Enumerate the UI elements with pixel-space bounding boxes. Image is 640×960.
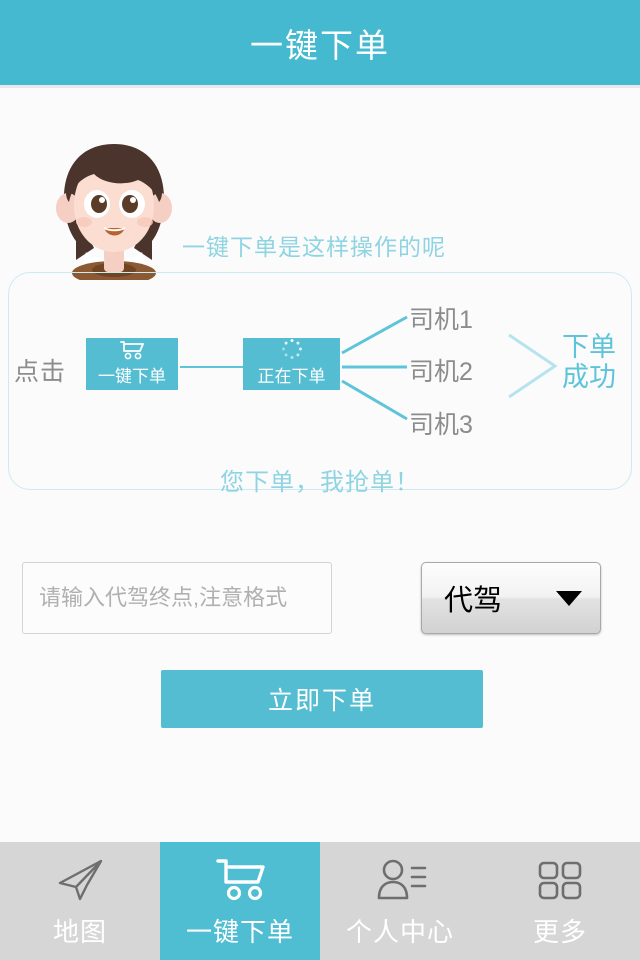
nav-label-map: 地图 bbox=[52, 916, 107, 947]
grid-icon bbox=[536, 854, 584, 906]
diagram-step-two-label: 正在下单 bbox=[257, 367, 326, 386]
loading-spinner-icon bbox=[279, 338, 305, 365]
service-type-select[interactable]: 代驾 bbox=[421, 562, 601, 634]
diagram-step-one-order: 一键下单 bbox=[86, 338, 178, 390]
diagram-driver-3: 司机3 bbox=[409, 411, 473, 439]
header-divider bbox=[0, 85, 640, 88]
diagram-driver-1: 司机1 bbox=[409, 306, 473, 334]
bottom-navigation-bar: 地图 一键下单 个人中心 更多 bbox=[0, 842, 640, 960]
app-header: 一键下单 bbox=[0, 0, 640, 85]
nav-label-one-click-order: 一键下单 bbox=[185, 916, 294, 947]
diagram-step-two-ordering: 正在下单 bbox=[243, 338, 340, 390]
shopping-cart-icon bbox=[119, 340, 145, 365]
nav-label-more: 更多 bbox=[532, 916, 587, 947]
shopping-cart-icon bbox=[213, 854, 267, 906]
submit-order-button[interactable]: 立即下单 bbox=[161, 670, 483, 728]
diagram-step-one-label: 一键下单 bbox=[98, 367, 166, 386]
paper-plane-icon bbox=[54, 854, 106, 906]
diagram-slogan: 您下单，我抢单！ bbox=[220, 469, 420, 496]
nav-item-profile[interactable]: 个人中心 bbox=[320, 842, 480, 960]
mascot-avatar bbox=[42, 140, 187, 280]
nav-item-more[interactable]: 更多 bbox=[480, 842, 640, 960]
service-type-value: 代驾 bbox=[444, 585, 503, 617]
diagram-success-line-2: 成功 bbox=[562, 362, 616, 392]
diagram-click-label: 点击 bbox=[14, 358, 67, 386]
mascot-hint-text: 一键下单是这样操作的呢 bbox=[182, 234, 446, 260]
girl-avatar-icon bbox=[56, 144, 172, 280]
user-list-icon bbox=[372, 854, 428, 906]
nav-item-map[interactable]: 地图 bbox=[0, 842, 160, 960]
nav-item-one-click-order[interactable]: 一键下单 bbox=[160, 842, 320, 960]
diagram-success-label: 下单 成功 bbox=[562, 332, 616, 392]
nav-label-profile: 个人中心 bbox=[345, 916, 454, 947]
diagram-driver-2: 司机2 bbox=[409, 358, 473, 386]
chevron-down-icon bbox=[556, 590, 582, 606]
destination-input[interactable] bbox=[22, 562, 332, 634]
page-title: 一键下单 bbox=[250, 26, 390, 64]
diagram-success-line-1: 下单 bbox=[562, 332, 616, 362]
app-root: 一键下单 一键下单是这样操作的呢 点击 一键下单 正在下单 司机1 司机2 司机… bbox=[0, 0, 640, 960]
